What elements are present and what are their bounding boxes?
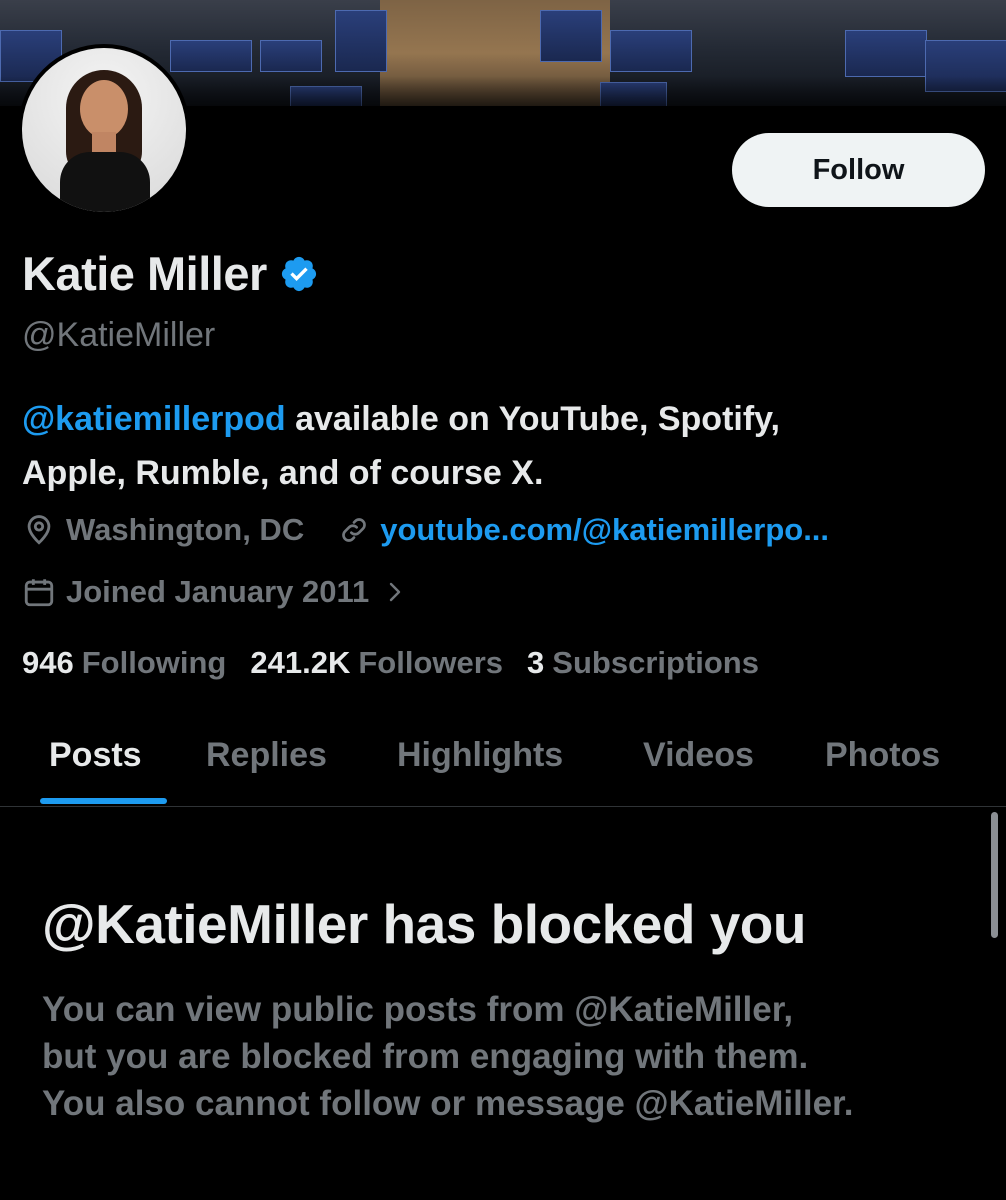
- followers-stat[interactable]: 241.2K Followers: [250, 645, 503, 681]
- banner-screen: [170, 40, 252, 72]
- profile-name-row: Katie Miller: [22, 246, 319, 301]
- banner-screen: [260, 40, 322, 72]
- banner-screen: [845, 30, 927, 77]
- following-count: 946: [22, 645, 74, 680]
- tab-highlights[interactable]: Highlights: [397, 732, 563, 804]
- banner-screen: [610, 30, 692, 72]
- avatar-image: [22, 48, 186, 212]
- tab-videos[interactable]: Videos: [643, 732, 754, 804]
- subscriptions-stat[interactable]: 3 Subscriptions: [527, 645, 759, 681]
- location-pin-icon: [27, 515, 51, 545]
- following-label: Following: [81, 645, 227, 680]
- joined-row[interactable]: Joined January 2011: [22, 574, 407, 610]
- blocked-message: You can view public posts from @KatieMil…: [42, 986, 982, 1127]
- profile-handle: @KatieMiller: [22, 316, 216, 354]
- bio-line-1: @katiemillerpod available on YouTube, Sp…: [22, 392, 972, 446]
- verified-badge-icon[interactable]: [279, 254, 319, 294]
- profile-tabs: Posts Replies Highlights Videos Photos: [0, 732, 1006, 807]
- subscriptions-count: 3: [527, 645, 545, 680]
- subscriptions-label: Subscriptions: [552, 645, 759, 680]
- calendar-icon: [24, 579, 54, 607]
- blocked-line-1: You can view public posts from @KatieMil…: [42, 990, 794, 1029]
- bio-mention-link[interactable]: @katiemillerpod: [22, 400, 286, 438]
- blocked-title: @KatieMiller has blocked you: [42, 893, 807, 955]
- tab-posts[interactable]: Posts: [49, 732, 142, 804]
- joined-date: Joined January 2011: [66, 574, 370, 609]
- scrollbar[interactable]: [991, 812, 998, 938]
- profile-bio: @katiemillerpod available on YouTube, Sp…: [22, 392, 972, 500]
- followers-count: 241.2K: [250, 645, 351, 680]
- avatar[interactable]: [18, 44, 190, 216]
- followers-label: Followers: [358, 645, 504, 680]
- tab-replies[interactable]: Replies: [206, 732, 327, 804]
- profile-stats: 946 Following 241.2K Followers 3 Subscripti…: [22, 645, 783, 681]
- blocked-line-3: You also cannot follow or message @Katie…: [42, 1084, 854, 1123]
- following-stat[interactable]: 946 Following: [22, 645, 226, 681]
- bio-line-2: Apple, Rumble, and of course X.: [22, 454, 544, 492]
- display-name: Katie Miller: [22, 247, 267, 300]
- active-tab-indicator: [40, 798, 167, 804]
- avatar-body: [60, 152, 150, 212]
- banner-screen: [540, 10, 602, 62]
- tab-photos[interactable]: Photos: [825, 732, 940, 804]
- bio-text: available on YouTube, Spotify,: [285, 400, 780, 438]
- chevron-right-icon: [390, 582, 401, 602]
- avatar-face: [80, 80, 128, 138]
- follow-button[interactable]: Follow: [732, 133, 985, 207]
- blocked-line-2: but you are blocked from engaging with t…: [42, 1037, 809, 1076]
- link-icon: [342, 518, 367, 542]
- location-text: Washington, DC: [66, 512, 305, 547]
- website-link[interactable]: youtube.com/@katiemillerpo...: [380, 512, 829, 548]
- location-website-row: Washington, DC youtube.com/@katiemillerp…: [22, 512, 829, 548]
- banner-screen: [335, 10, 387, 72]
